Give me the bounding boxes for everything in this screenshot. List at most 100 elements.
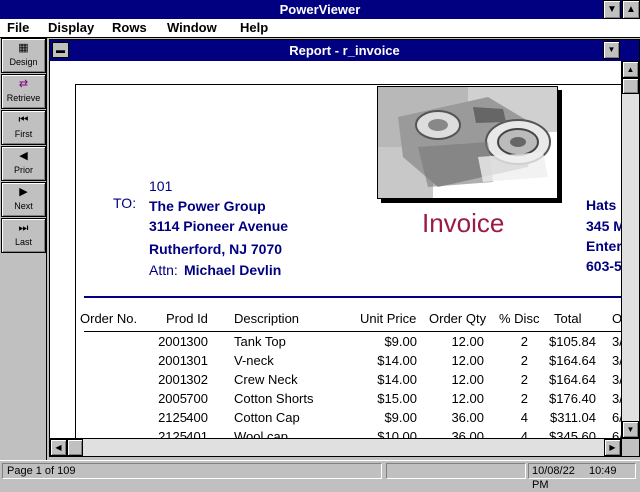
vertical-scroll-thumb[interactable]	[622, 78, 639, 94]
cell-other: 3/	[612, 372, 621, 387]
cell-unit-price: $14.00	[377, 353, 417, 368]
menu-file[interactable]: File	[7, 20, 29, 35]
column-header-total: Total	[554, 311, 582, 326]
report-title: Report - r_invoice	[289, 43, 400, 58]
cell-description: Wool cap	[234, 429, 288, 438]
horizontal-scrollbar[interactable]: ◀ ▶	[50, 438, 621, 456]
retrieve-button[interactable]: ⇄ Retrieve	[1, 74, 46, 109]
app-window: PowerViewer ▼ ▲ File Display Rows Window…	[0, 0, 640, 491]
cell-order-no: 2001	[158, 372, 187, 387]
menu-bar: File Display Rows Window Help	[0, 19, 640, 38]
cell-order-qty: 12.00	[451, 334, 484, 349]
status-date: 10/08/22	[532, 465, 575, 477]
menu-display[interactable]: Display	[48, 20, 94, 35]
minimize-button[interactable]: ▼	[603, 0, 621, 19]
vertical-scrollbar[interactable]: ▲ ▼	[621, 61, 639, 438]
cell-prod-id: 302	[186, 372, 208, 387]
column-header-disc: % Disc	[499, 311, 540, 326]
cell-disc: 4	[520, 429, 528, 438]
cell-other: 3/	[612, 334, 621, 349]
retrieve-label: Retrieve	[6, 93, 41, 103]
customer-id: 101	[149, 178, 173, 194]
cell-description: Cotton Shorts	[234, 391, 314, 406]
cell-order-no: 2005	[158, 391, 187, 406]
first-label: First	[14, 129, 33, 139]
cell-prod-id: 401	[186, 429, 208, 438]
column-header-unit-price: Unit Price	[360, 311, 417, 326]
scrollbar-corner	[621, 438, 639, 456]
cell-other: 6/	[612, 410, 621, 425]
design-button[interactable]: ▦ Design	[1, 38, 46, 73]
toolbar: ▦ Design ⇄ Retrieve ⏮ First ◀ Prior ▶ Ne…	[0, 38, 47, 460]
cell-other: 6/	[612, 429, 621, 438]
cell-prod-id: 400	[186, 410, 208, 425]
cell-total: $311.04	[549, 410, 596, 425]
cell-prod-id: 300	[186, 334, 208, 349]
cell-description: Tank Top	[234, 334, 286, 349]
cell-order-qty: 12.00	[451, 391, 484, 406]
attn-name: Michael Devlin	[184, 262, 282, 278]
app-title-bar: PowerViewer ▼ ▲	[0, 0, 640, 19]
last-button[interactable]: ⏭ Last	[1, 218, 46, 253]
status-page: Page 1 of 109	[2, 463, 382, 479]
cell-total: $176.40	[549, 391, 596, 406]
report-area: TO: 101 The Power Group 3114 Pioneer Ave…	[50, 61, 621, 438]
retrieve-icon: ⇄	[18, 78, 29, 90]
cell-unit-price: $9.00	[384, 410, 417, 425]
maximize-button[interactable]: ▲	[622, 0, 640, 19]
next-label: Next	[14, 201, 33, 211]
grid-icon: ▦	[18, 42, 29, 54]
company-name: The Power Group	[149, 198, 266, 214]
cell-total: $105.84	[549, 334, 596, 349]
cell-order-no: 2125	[158, 429, 187, 438]
cell-description: V-neck	[234, 353, 274, 368]
cell-disc: 2	[520, 391, 528, 406]
report-title-bar: ▬ Report - r_invoice ▼	[50, 40, 639, 61]
cell-prod-id: 700	[186, 391, 208, 406]
scroll-up-arrow[interactable]: ▲	[622, 61, 639, 78]
cell-description: Crew Neck	[234, 372, 298, 387]
cell-total: $345.60	[549, 429, 596, 438]
cell-unit-price: $10.00	[377, 429, 417, 438]
cell-order-no: 2125	[158, 410, 187, 425]
app-title: PowerViewer	[279, 2, 361, 17]
cell-unit-price: $9.00	[384, 334, 417, 349]
scroll-right-arrow[interactable]: ▶	[604, 439, 621, 456]
prior-button[interactable]: ◀ Prior	[1, 146, 46, 181]
divider-line	[84, 296, 621, 298]
cell-order-no: 2001	[158, 353, 187, 368]
column-header-order-qty: Order Qty	[429, 311, 487, 326]
cell-total: $164.64	[549, 353, 596, 368]
cell-order-qty: 36.00	[451, 410, 484, 425]
column-header-prod-id: Prod Id	[166, 311, 208, 326]
menu-window[interactable]: Window	[167, 20, 217, 35]
menu-rows[interactable]: Rows	[112, 20, 147, 35]
cell-other: 3/	[612, 353, 621, 368]
cell-disc: 2	[520, 372, 528, 387]
horizontal-scroll-thumb[interactable]	[67, 439, 83, 456]
status-blank	[386, 463, 526, 479]
cell-unit-price: $15.00	[377, 391, 417, 406]
header-underline	[84, 331, 621, 332]
right-block-line-4: 603-5	[586, 258, 621, 274]
cell-order-qty: 36.00	[451, 429, 484, 438]
cell-prod-id: 301	[186, 353, 208, 368]
first-button[interactable]: ⏮ First	[1, 110, 46, 145]
right-block-line-3: Enter	[586, 238, 621, 254]
prior-icon: ◀	[19, 150, 28, 162]
last-label: Last	[14, 237, 32, 247]
child-minimize-button[interactable]: ▼	[603, 41, 620, 59]
next-icon: ▶	[19, 186, 28, 198]
first-icon: ⏮	[18, 114, 29, 126]
prior-label: Prior	[13, 165, 33, 175]
right-block-line-1: Hats	[586, 197, 617, 213]
cell-disc: 2	[520, 353, 528, 368]
column-header-description: Description	[234, 311, 300, 326]
cell-total: $164.64	[549, 372, 596, 387]
system-menu-button[interactable]: ▬	[52, 42, 69, 58]
menu-help[interactable]: Help	[240, 20, 268, 35]
cell-order-qty: 12.00	[451, 372, 484, 387]
next-button[interactable]: ▶ Next	[1, 182, 46, 217]
scroll-left-arrow[interactable]: ◀	[50, 439, 67, 456]
scroll-down-arrow[interactable]: ▼	[622, 421, 639, 438]
